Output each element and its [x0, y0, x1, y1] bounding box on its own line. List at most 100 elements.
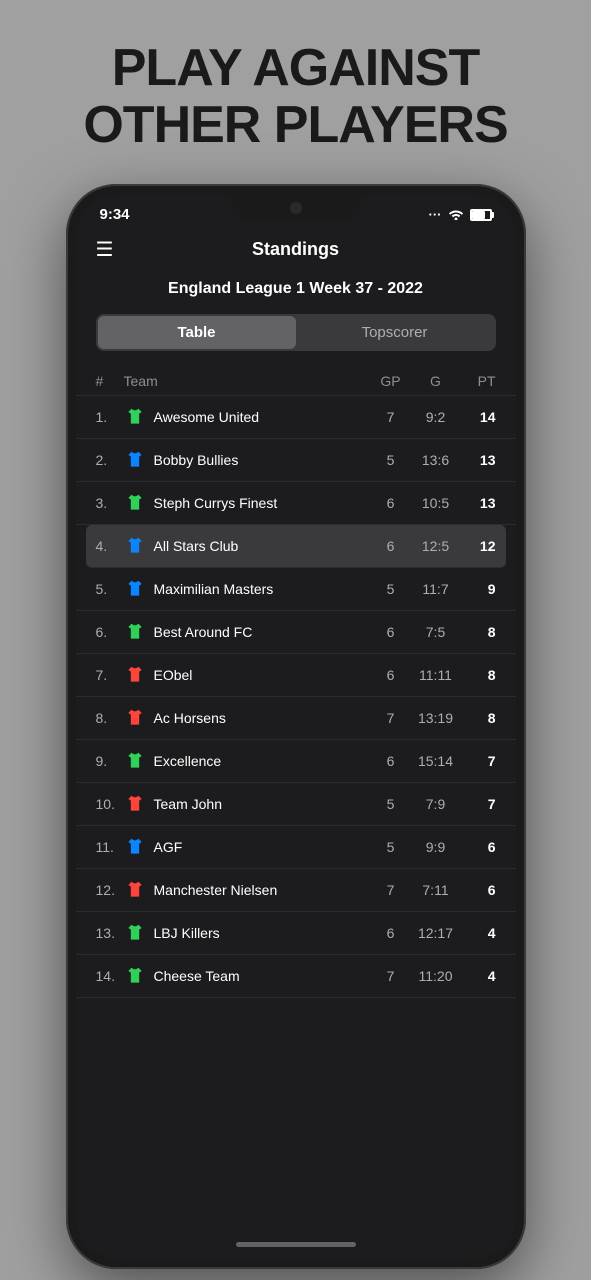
team-name: Best Around FC [154, 624, 253, 640]
team-name: Team John [154, 796, 222, 812]
home-indicator [76, 1229, 516, 1259]
tab-container: Table Topscorer [96, 314, 496, 351]
row-gp: 7 [370, 409, 412, 425]
team-shirt-icon [124, 492, 146, 514]
table-row[interactable]: 3. Steph Currys Finest 6 10:5 13 [76, 482, 516, 525]
home-bar [236, 1242, 356, 1247]
row-g: 13:19 [412, 710, 460, 726]
team-shirt-icon [124, 879, 146, 901]
team-name: Awesome United [154, 409, 260, 425]
team-shirt-icon [124, 793, 146, 815]
row-g: 9:9 [412, 839, 460, 855]
table-row[interactable]: 1. Awesome United 7 9:2 14 [76, 396, 516, 439]
row-gp: 5 [370, 796, 412, 812]
wifi-icon [448, 207, 464, 223]
row-team-info: Awesome United [124, 406, 370, 428]
row-g: 7:9 [412, 796, 460, 812]
team-name: LBJ Killers [154, 925, 220, 941]
row-gp: 7 [370, 882, 412, 898]
row-g: 7:11 [412, 882, 460, 898]
col-rank-header: # [96, 373, 124, 389]
row-gp: 6 [370, 925, 412, 941]
row-pt: 13 [460, 495, 496, 511]
row-team-info: Cheese Team [124, 965, 370, 987]
table-row[interactable]: 4. All Stars Club 6 12:5 12 [86, 525, 506, 568]
table-header: # Team GP G PT [76, 367, 516, 396]
app-content: ☰ Standings England League 1 Week 37 - 2… [76, 229, 516, 1229]
team-name: Steph Currys Finest [154, 495, 278, 511]
row-team-info: Best Around FC [124, 621, 370, 643]
col-team-header: Team [124, 373, 370, 389]
team-shirt-icon [124, 535, 146, 557]
team-shirt-icon [124, 707, 146, 729]
team-name: Excellence [154, 753, 222, 769]
tab-table[interactable]: Table [98, 316, 296, 349]
team-name: Cheese Team [154, 968, 240, 984]
row-rank: 7. [96, 667, 124, 683]
table-row[interactable]: 12. Manchester Nielsen 7 7:11 6 [76, 869, 516, 912]
app-title: Standings [252, 239, 339, 260]
team-shirt-icon [124, 836, 146, 858]
row-team-info: All Stars Club [124, 535, 370, 557]
row-pt: 4 [460, 925, 496, 941]
team-shirt-icon [124, 621, 146, 643]
row-team-info: AGF [124, 836, 370, 858]
row-g: 11:7 [412, 581, 460, 597]
table-row[interactable]: 11. AGF 5 9:9 6 [76, 826, 516, 869]
row-rank: 1. [96, 409, 124, 425]
top-bar: ☰ Standings [76, 229, 516, 272]
row-pt: 9 [460, 581, 496, 597]
team-shirt-icon [124, 578, 146, 600]
table-row[interactable]: 8. Ac Horsens 7 13:19 8 [76, 697, 516, 740]
row-pt: 8 [460, 624, 496, 640]
team-name: Manchester Nielsen [154, 882, 278, 898]
row-pt: 4 [460, 968, 496, 984]
row-pt: 7 [460, 753, 496, 769]
team-name: Bobby Bullies [154, 452, 239, 468]
row-g: 7:5 [412, 624, 460, 640]
row-rank: 4. [96, 538, 124, 554]
table-row[interactable]: 7. EObel 6 11:11 8 [76, 654, 516, 697]
row-gp: 6 [370, 753, 412, 769]
team-shirt-icon [124, 750, 146, 772]
table-row[interactable]: 5. Maximilian Masters 5 11:7 9 [76, 568, 516, 611]
row-team-info: Bobby Bullies [124, 449, 370, 471]
team-name: AGF [154, 839, 183, 855]
row-pt: 7 [460, 796, 496, 812]
row-g: 10:5 [412, 495, 460, 511]
row-gp: 5 [370, 839, 412, 855]
table-row[interactable]: 10. Team John 5 7:9 7 [76, 783, 516, 826]
phone-wrapper: 9:34 ··· ☰ Standings England League 1 We… [66, 184, 526, 1269]
row-pt: 8 [460, 667, 496, 683]
row-rank: 14. [96, 968, 124, 984]
row-g: 15:14 [412, 753, 460, 769]
team-shirt-icon [124, 664, 146, 686]
team-shirt-icon [124, 449, 146, 471]
row-pt: 6 [460, 882, 496, 898]
row-team-info: Ac Horsens [124, 707, 370, 729]
row-team-info: Maximilian Masters [124, 578, 370, 600]
row-g: 12:5 [412, 538, 460, 554]
row-gp: 7 [370, 710, 412, 726]
row-rank: 12. [96, 882, 124, 898]
league-title: England League 1 Week 37 - 2022 [76, 272, 516, 314]
table-row[interactable]: 2. Bobby Bullies 5 13:6 13 [76, 439, 516, 482]
col-gp-header: GP [370, 373, 412, 389]
team-shirt-icon [124, 406, 146, 428]
row-g: 11:20 [412, 968, 460, 984]
table-row[interactable]: 14. Cheese Team 7 11:20 4 [76, 955, 516, 998]
row-rank: 5. [96, 581, 124, 597]
hamburger-icon[interactable]: ☰ [96, 237, 114, 262]
table-row[interactable]: 9. Excellence 6 15:14 7 [76, 740, 516, 783]
row-g: 9:2 [412, 409, 460, 425]
row-gp: 6 [370, 624, 412, 640]
tab-topscorer[interactable]: Topscorer [296, 316, 494, 349]
table-row[interactable]: 6. Best Around FC 6 7:5 8 [76, 611, 516, 654]
team-shirt-icon [124, 922, 146, 944]
row-g: 12:17 [412, 925, 460, 941]
table-row[interactable]: 13. LBJ Killers 6 12:17 4 [76, 912, 516, 955]
col-g-header: G [412, 373, 460, 389]
row-team-info: Excellence [124, 750, 370, 772]
signal-dots: ··· [429, 207, 442, 222]
phone-inner: 9:34 ··· ☰ Standings England League 1 We… [76, 194, 516, 1259]
